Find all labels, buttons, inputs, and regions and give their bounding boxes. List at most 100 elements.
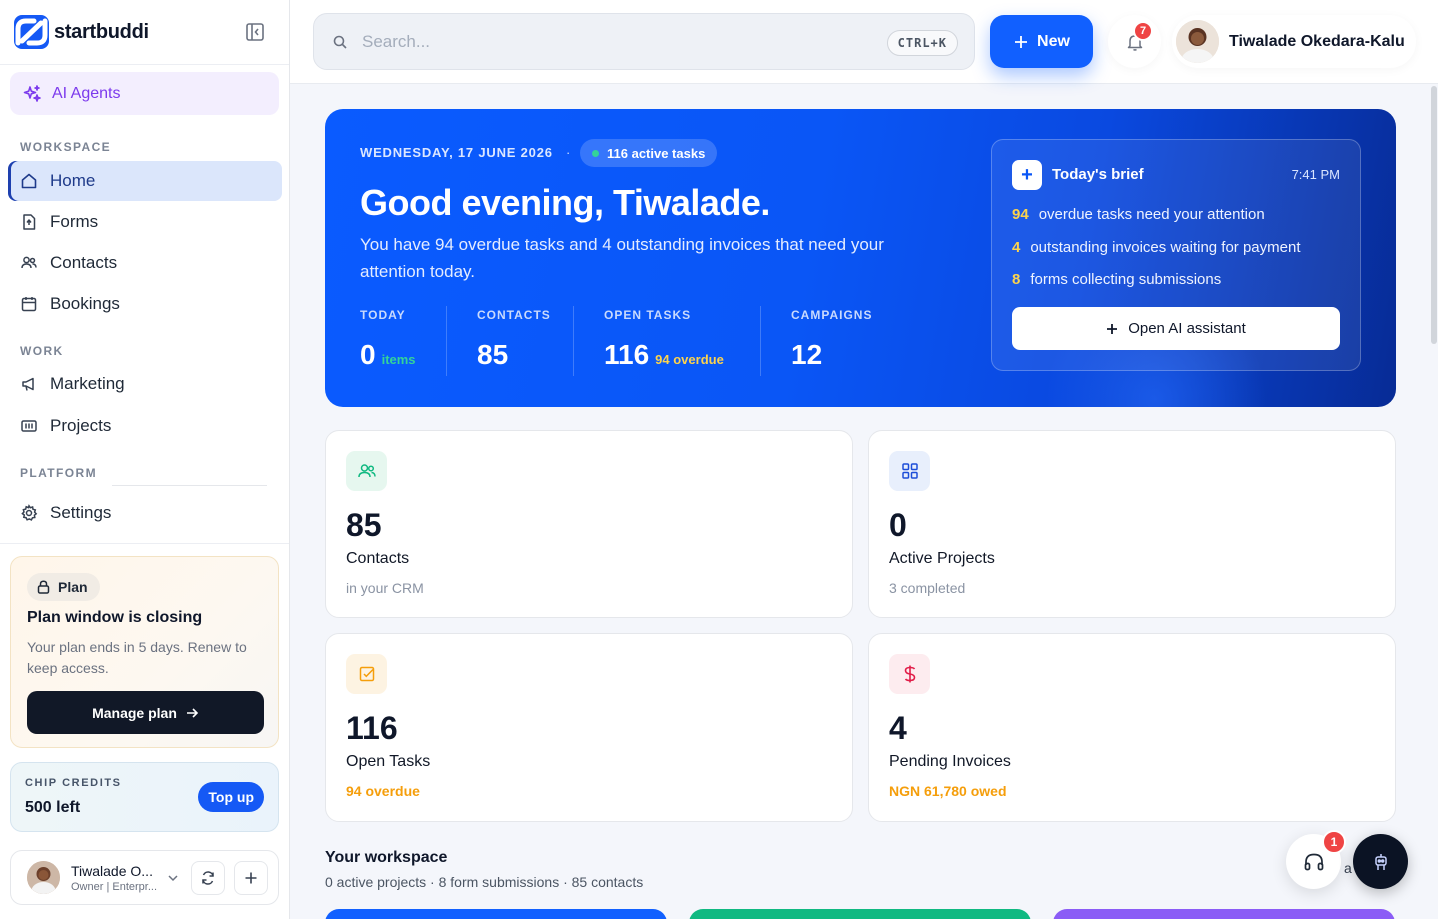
users-icon <box>346 451 387 491</box>
search-bar[interactable]: CTRL+K <box>313 13 975 70</box>
users-icon <box>21 256 37 269</box>
stat-contacts: CONTACTS 85 <box>477 308 551 370</box>
stat-label: CONTACTS <box>477 308 551 322</box>
divider <box>0 543 289 544</box>
section-platform: PLATFORM <box>20 466 97 480</box>
new-button[interactable]: New <box>990 15 1093 68</box>
active-projects-card[interactable]: 0 Active Projects 3 completed <box>868 430 1396 618</box>
stat-label: TODAY <box>360 308 406 322</box>
sidebar-item-marketing[interactable]: Marketing <box>8 364 282 404</box>
divider <box>446 306 447 376</box>
switch-account-button[interactable] <box>191 861 225 895</box>
brief-count: 4 <box>1012 239 1021 256</box>
stat-value: 0 <box>889 507 907 543</box>
brief-count: 94 <box>1012 206 1029 223</box>
plan-badge-label: Plan <box>58 579 88 595</box>
stat-value: 116 <box>346 710 398 746</box>
plan-badge: Plan <box>27 573 100 601</box>
sidebar-item-bookings[interactable]: Bookings <box>8 284 282 324</box>
sidebar-item-label: Marketing <box>50 374 125 393</box>
support-count-badge: 1 <box>1322 830 1346 854</box>
ai-agents-button[interactable]: AI Agents <box>10 72 279 115</box>
stat-label: OPEN TASKS <box>604 308 692 322</box>
brief-title: Today's brief <box>1052 166 1144 183</box>
new-button-label: New <box>1037 32 1070 50</box>
check-square-icon <box>346 654 387 694</box>
manage-plan-button[interactable]: Manage plan <box>27 691 264 734</box>
page-scrollbar[interactable] <box>1431 86 1437 344</box>
divider <box>760 306 761 376</box>
divider <box>573 306 574 376</box>
gear-icon <box>21 504 38 521</box>
current-date: WEDNESDAY, 17 JUNE 2026 <box>360 145 553 160</box>
sidebar-item-settings[interactable]: Settings <box>8 493 282 533</box>
help-label-peek: a <box>1344 860 1352 876</box>
notifications-button[interactable]: 7 <box>1108 15 1161 68</box>
plan-title: Plan window is closing <box>27 609 203 626</box>
stat-open-tasks: OPEN TASKS 116 94 overdue <box>604 308 724 370</box>
stat-today: TODAY 0 items <box>360 308 416 370</box>
stat-sub: NGN 61,780 owed <box>889 783 1007 799</box>
stat-campaigns: CAMPAIGNS 12 <box>791 308 873 370</box>
workspace-card-contacts[interactable] <box>1053 909 1395 919</box>
workspace-card-projects[interactable] <box>325 909 667 919</box>
credits-label: CHIP CREDITS <box>25 777 122 789</box>
user-name: Tiwalade O... <box>71 863 153 879</box>
contacts-card[interactable]: 85 Contacts in your CRM <box>325 430 853 618</box>
sidebar-item-label: Forms <box>50 212 99 231</box>
pending-invoices-card[interactable]: 4 Pending Invoices NGN 61,780 owed <box>868 633 1396 822</box>
open-ai-assistant-label: Open AI assistant <box>1128 320 1246 337</box>
profile-name: Tiwalade Okedara-Kalu <box>1229 32 1405 50</box>
brand-name: startbuddi <box>54 20 149 43</box>
sparkles-icon <box>23 84 41 102</box>
sidebar-item-contacts[interactable]: Contacts <box>8 243 282 283</box>
stat-label: Pending Invoices <box>889 753 1011 770</box>
plus-icon <box>1107 323 1118 334</box>
collapse-sidebar-icon[interactable] <box>244 21 266 43</box>
top-up-button[interactable]: Top up <box>198 782 264 812</box>
refresh-icon <box>202 871 214 885</box>
topbar: CTRL+K New 7 Tiwalade Okedara-Kalu <box>290 0 1438 84</box>
brief-text: forms collecting submissions <box>1030 271 1222 288</box>
brief-text: outstanding invoices waiting for payment <box>1030 239 1301 256</box>
sidebar-item-projects[interactable]: Projects <box>8 406 282 446</box>
plan-card: Plan Plan window is closing Your plan en… <box>10 556 279 748</box>
brand-logo[interactable]: startbuddi <box>14 15 149 49</box>
home-icon <box>21 173 37 189</box>
stat-label: CAMPAIGNS <box>791 308 873 322</box>
search-input[interactable] <box>362 31 842 52</box>
credits-value: 500 left <box>25 799 81 816</box>
plus-icon <box>1015 35 1028 48</box>
profile-menu[interactable]: Tiwalade Okedara-Kalu <box>1172 15 1416 68</box>
brief-item: 4 outstanding invoices waiting for paymen… <box>1012 239 1301 256</box>
section-title: Your workspace <box>325 849 448 866</box>
headphones-icon <box>1304 853 1323 870</box>
chevron-down-icon[interactable] <box>166 871 180 885</box>
sidebar-item-forms[interactable]: Forms <box>8 202 282 242</box>
status-dot <box>592 149 599 157</box>
stat-sub: 3 completed <box>889 580 966 596</box>
shortcut-hint: CTRL+K <box>886 30 958 56</box>
stat-value: 85 <box>346 507 382 543</box>
user-switcher[interactable]: Tiwalade O... Owner | Enterpr... <box>10 850 279 905</box>
sidebar-item-home[interactable]: Home <box>8 161 282 201</box>
calendar-icon <box>21 297 37 312</box>
page-title: Good evening, Tiwalade. <box>360 182 770 223</box>
sidebar-item-label: Home <box>50 171 96 190</box>
section-work: WORK <box>20 344 64 358</box>
add-workspace-button[interactable] <box>234 861 268 895</box>
stat-label: Active Projects <box>889 550 995 567</box>
ai-chat-button[interactable] <box>1353 834 1408 889</box>
lock-icon <box>37 580 50 594</box>
workspace-card-forms[interactable] <box>689 909 1031 919</box>
startbuddi-logo-icon <box>14 15 49 49</box>
open-tasks-card[interactable]: 116 Open Tasks 94 overdue <box>325 633 853 822</box>
stat-sub: 94 overdue <box>346 783 420 799</box>
divider <box>112 485 267 486</box>
sidebar-item-label: Contacts <box>50 253 118 272</box>
grid-icon <box>889 451 930 491</box>
todays-brief-panel: + Today's brief 7:41 PM 94 overdue tasks … <box>991 139 1361 371</box>
robot-icon <box>1374 853 1387 870</box>
open-ai-assistant-button[interactable]: Open AI assistant <box>1012 307 1340 350</box>
sidebar-item-label: Projects <box>50 416 112 435</box>
